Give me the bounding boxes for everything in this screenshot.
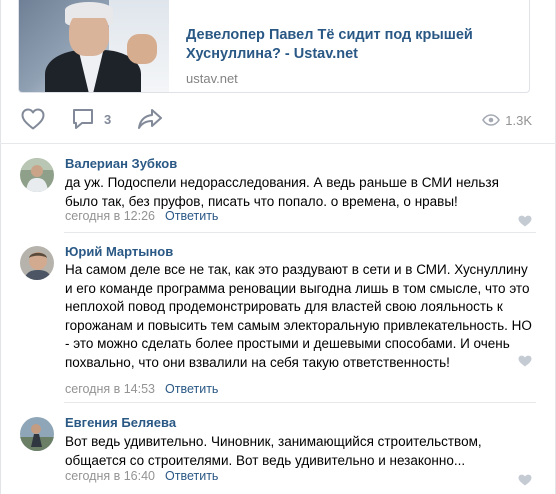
comment-meta: сегодня в 16:40 Ответить	[65, 469, 218, 483]
heart-icon	[21, 108, 45, 130]
like-button[interactable]	[21, 108, 45, 130]
comment-like-button[interactable]	[518, 471, 532, 490]
avatar[interactable]	[20, 246, 54, 280]
views-counter: 1.3K	[482, 111, 532, 130]
views-count: 1.3K	[505, 113, 532, 128]
avatar[interactable]	[20, 158, 54, 192]
comment-bubble-icon	[71, 108, 95, 130]
comment-button[interactable]: 3	[71, 108, 111, 130]
comment-item: Евгения Беляева Вот ведь удивительно. Чи…	[0, 403, 556, 494]
comment-like-button[interactable]	[518, 212, 532, 231]
reply-link[interactable]: Ответить	[165, 209, 218, 223]
comment-item: Юрий Мартынов На самом деле все не так, …	[0, 233, 556, 403]
reply-link[interactable]: Ответить	[165, 469, 218, 483]
reply-link[interactable]: Ответить	[165, 382, 218, 396]
heart-icon	[518, 471, 532, 490]
comment-author[interactable]: Евгения Беляева	[65, 415, 176, 430]
comment-time[interactable]: сегодня в 12:26	[65, 209, 155, 223]
share-arrow-icon	[137, 108, 163, 130]
comment-text: Вот ведь удивительно. Чиновник, занимающ…	[65, 434, 482, 468]
comment-author[interactable]: Юрий Мартынов	[65, 244, 173, 259]
heart-icon	[518, 212, 532, 231]
comment-meta: сегодня в 12:26 Ответить	[65, 209, 218, 223]
link-domain: ustav.net	[186, 71, 238, 86]
comment-text: На самом деле все не так, как это раздув…	[65, 262, 532, 370]
link-preview-card[interactable]: Девелопер Павел Тё сидит под крышей Хусн…	[18, 0, 530, 93]
post-actions-bar: 3 1.3K	[0, 100, 556, 144]
comment-count: 3	[104, 111, 112, 127]
comment-text: да уж. Подоспели недорасследования. А ве…	[65, 175, 499, 209]
link-title[interactable]: Девелопер Павел Тё сидит под крышей Хусн…	[186, 26, 486, 64]
comment-meta: сегодня в 14:53 Ответить	[65, 382, 218, 396]
eye-icon	[482, 111, 501, 130]
comment-author[interactable]: Валериан Зубков	[65, 156, 177, 171]
share-button[interactable]	[137, 108, 163, 130]
comment-like-button[interactable]	[518, 352, 532, 371]
comment-item: Валериан Зубков да уж. Подоспели недорас…	[0, 144, 556, 234]
avatar[interactable]	[20, 417, 54, 451]
link-thumbnail-image[interactable]	[19, 0, 169, 92]
comment-time[interactable]: сегодня в 14:53	[65, 382, 155, 396]
comment-time[interactable]: сегодня в 16:40	[65, 469, 155, 483]
heart-icon	[518, 352, 532, 371]
